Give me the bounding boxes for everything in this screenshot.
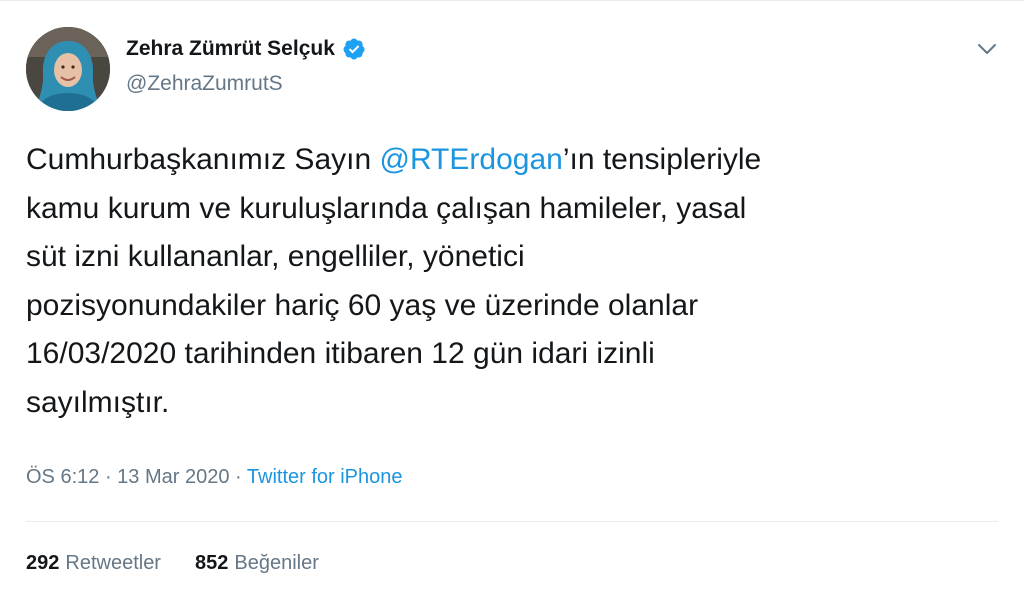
- mention-link[interactable]: @RTErdogan: [379, 143, 562, 176]
- tweet-meta: ÖS 6:12 · 13 Mar 2020 · Twitter for iPho…: [26, 466, 403, 489]
- meta-separator: ·: [229, 466, 247, 488]
- tweet-card: Zehra Zümrüt Selçuk @ZehraZumrutS Cumhur…: [0, 0, 1024, 599]
- retweets-stat[interactable]: 292 Retweetler: [26, 552, 161, 575]
- profile-photo-icon: [26, 27, 110, 111]
- tweet-text: Cumhurbaşkanımız Sayın @RTErdogan’ın ten…: [26, 136, 986, 427]
- tweet-line: kamu kurum ve kuruluşlarında çalışan ham…: [26, 191, 747, 225]
- tweet-time[interactable]: ÖS 6:12: [26, 466, 99, 488]
- author-handle[interactable]: @ZehraZumrutS: [126, 72, 283, 96]
- author-display-name[interactable]: Zehra Zümrüt Selçuk: [126, 37, 335, 61]
- tweet-text-segment: ’ın tensipleriyle: [562, 143, 762, 176]
- tweet-line: 16/03/2020 tarihinden itibaren 12 gün id…: [26, 337, 655, 370]
- tweet-stats: 292 Retweetler 852 Beğeniler: [26, 552, 319, 575]
- retweets-count: 292: [26, 552, 60, 574]
- avatar[interactable]: [26, 27, 110, 111]
- tweet-line: süt izni kullananlar, engelliler, yöneti…: [26, 240, 525, 273]
- tweet-date[interactable]: 13 Mar 2020: [117, 466, 229, 488]
- verified-badge-icon: [342, 37, 366, 61]
- divider: [26, 521, 998, 522]
- tweet-source-link[interactable]: Twitter for iPhone: [247, 466, 403, 488]
- tweet-text-segment: Cumhurbaşkanımız Sayın: [26, 143, 380, 176]
- retweets-label: Retweetler: [65, 552, 161, 574]
- likes-count: 852: [194, 552, 229, 574]
- author-name-row: Zehra Zümrüt Selçuk: [126, 37, 366, 61]
- tweet-line: sayılmıştır.: [26, 385, 170, 419]
- chevron-down-icon[interactable]: [975, 39, 999, 59]
- likes-label: Beğeniler: [234, 552, 319, 574]
- likes-stat[interactable]: 852 Beğeniler: [195, 552, 319, 575]
- meta-separator: ·: [99, 466, 118, 488]
- tweet-line: Cumhurbaşkanımız Sayın @RTErdogan’ın ten…: [26, 136, 986, 185]
- tweet-line: pozisyonundakiler hariç 60 yaş ve üzerin…: [26, 288, 699, 322]
